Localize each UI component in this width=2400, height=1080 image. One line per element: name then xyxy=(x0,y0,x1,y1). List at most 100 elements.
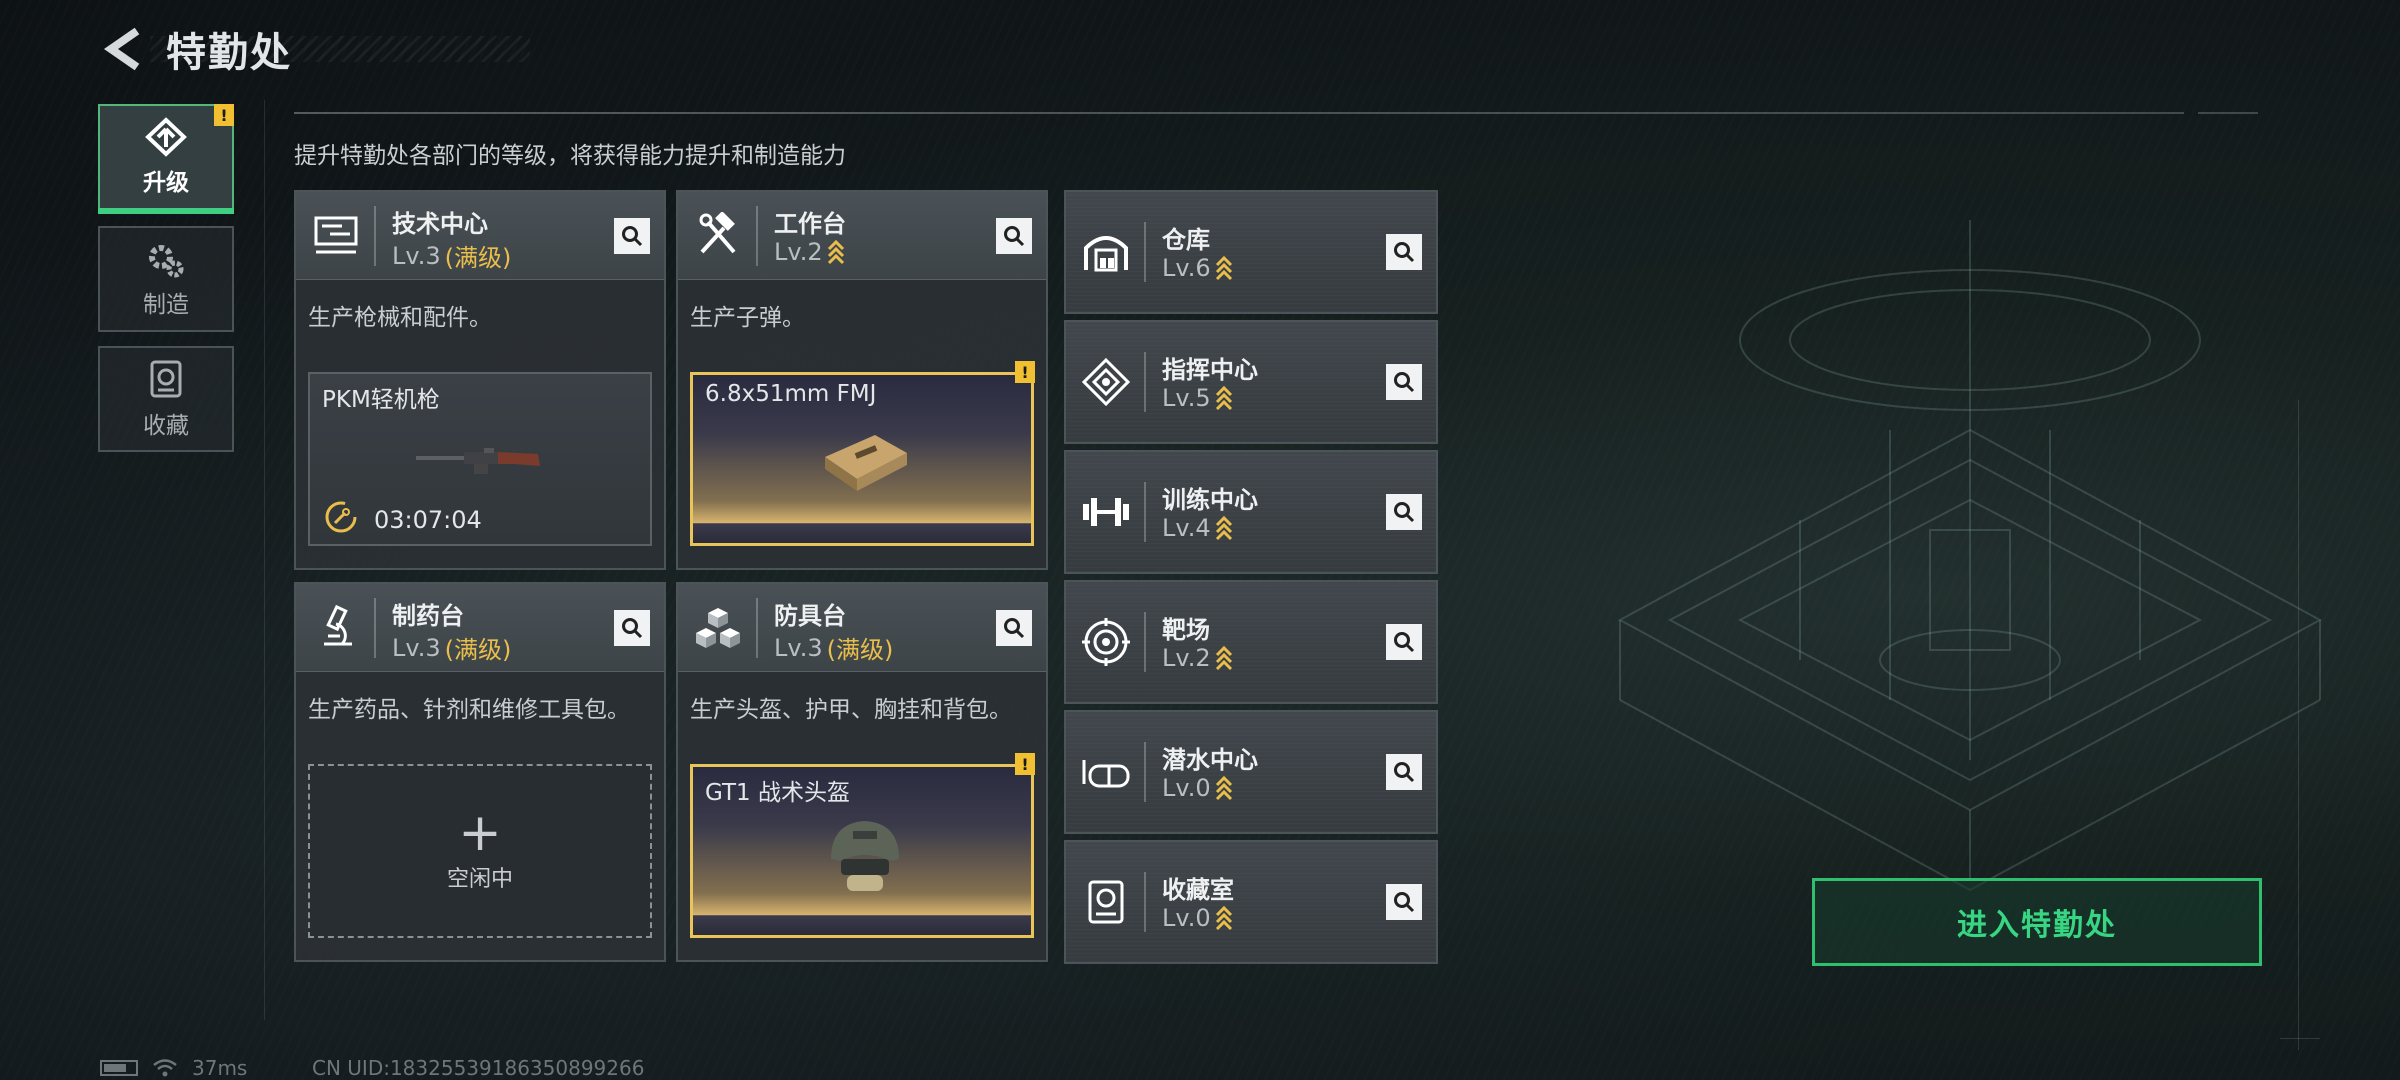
slot-item-name: GT1 战术头盔 xyxy=(705,780,850,806)
card-header: 防具台 Lv.3 (满级) xyxy=(678,584,1046,672)
header-separator xyxy=(1144,222,1146,282)
header-separator xyxy=(1144,742,1146,802)
search-button[interactable] xyxy=(614,610,650,646)
header-separator xyxy=(1144,872,1146,932)
search-button[interactable] xyxy=(1386,884,1422,920)
nav-collection[interactable]: 收藏 xyxy=(98,346,234,452)
empty-production-slot[interactable]: + 空闲中 xyxy=(308,764,652,938)
search-icon xyxy=(1394,892,1415,913)
production-slot-complete[interactable]: 6.8x51mm FMJ ! xyxy=(690,361,1035,546)
battery-icon xyxy=(100,1060,138,1076)
timer-wrench-icon xyxy=(324,500,358,534)
dept-card-diving-center[interactable]: 潜水中心 Lv.0 xyxy=(1064,710,1438,834)
dept-name: 指挥中心 xyxy=(1162,356,1258,384)
dept-name: 工作台 xyxy=(774,210,846,238)
nav-craft[interactable]: 制造 xyxy=(98,226,234,332)
status-bar: 37ms xyxy=(100,1056,247,1080)
max-level-tag: (满级) xyxy=(444,636,512,664)
dept-card-tech-center[interactable]: 技术中心 Lv.3 (满级) 生产枪械和配件。 PKM轻机枪 03:07:04 xyxy=(294,190,666,570)
machine-gun-image xyxy=(416,448,540,474)
dept-description: 生产子弹。 xyxy=(690,305,805,331)
ping-text: 37ms xyxy=(192,1056,248,1080)
dept-name: 仓库 xyxy=(1162,226,1210,254)
nav-divider xyxy=(264,100,265,1020)
search-icon xyxy=(1394,632,1415,653)
max-level-tag: (满级) xyxy=(826,636,894,664)
enter-special-ops-button[interactable]: 进入特勤处 xyxy=(1812,878,2262,966)
search-icon xyxy=(1394,502,1415,523)
max-level-tag: (满级) xyxy=(444,244,512,272)
header-separator xyxy=(1144,612,1146,672)
dept-card-shooting-range[interactable]: 靶场 Lv.2 xyxy=(1064,580,1438,704)
gears-icon xyxy=(149,245,184,278)
upgrade-chevron-icon xyxy=(1215,905,1232,931)
header-separator xyxy=(374,598,376,658)
level-text: Lv.0 xyxy=(1162,774,1211,802)
back-button[interactable] xyxy=(96,22,150,76)
dept-description: 生产药品、针剂和维修工具包。 xyxy=(308,697,630,723)
upgrade-chevron-icon xyxy=(1215,645,1232,671)
dept-name: 靶场 xyxy=(1162,616,1210,644)
nav-collection-label: 收藏 xyxy=(143,413,189,439)
right-frame-line xyxy=(2298,400,2299,1050)
dept-card-workbench[interactable]: 工作台 Lv.2 生产子弹。 6.8x51mm FMJ ! xyxy=(676,190,1048,570)
upgrade-chevron-icon xyxy=(827,239,844,265)
collection-case-icon xyxy=(1078,874,1134,930)
ammo-box-image xyxy=(825,435,907,491)
dept-card-command-center[interactable]: 指挥中心 Lv.5 xyxy=(1064,320,1438,444)
dumbbell-icon xyxy=(1078,484,1134,540)
monitor-icon xyxy=(308,208,364,264)
dept-card-pharmacy[interactable]: 制药台 Lv.3 (满级) 生产药品、针剂和维修工具包。 + 空闲中 xyxy=(294,582,666,962)
slot-timer: 03:07:04 xyxy=(374,506,482,534)
microscope-icon xyxy=(308,600,364,656)
target-icon xyxy=(1078,614,1134,670)
header-separator xyxy=(756,598,758,658)
search-button[interactable] xyxy=(1386,364,1422,400)
dept-card-training-center[interactable]: 训练中心 Lv.4 xyxy=(1064,450,1438,574)
search-button[interactable] xyxy=(996,218,1032,254)
search-button[interactable] xyxy=(996,610,1032,646)
dept-card-collection-room[interactable]: 收藏室 Lv.0 xyxy=(1064,840,1438,964)
card-header: 工作台 Lv.2 xyxy=(678,192,1046,280)
search-button[interactable] xyxy=(614,218,650,254)
nav-upgrade[interactable]: 升级 ! xyxy=(98,104,234,214)
dept-level: Lv.6 xyxy=(1162,254,1233,282)
top-divider xyxy=(294,112,2184,114)
header-separator xyxy=(374,206,376,266)
production-slot-complete[interactable]: GT1 战术头盔 ! xyxy=(690,753,1035,938)
nav-upgrade-label: 升级 xyxy=(143,170,189,196)
production-slot[interactable]: PKM轻机枪 03:07:04 xyxy=(308,372,652,546)
search-icon xyxy=(622,618,643,639)
page-subtitle: 提升特勤处各部门的等级，将获得能力提升和制造能力 xyxy=(294,143,846,169)
search-button[interactable] xyxy=(1386,234,1422,270)
dept-card-armor-bench[interactable]: 防具台 Lv.3 (满级) 生产头盔、护甲、胸挂和背包。 GT1 战术头盔 ! xyxy=(676,582,1048,962)
search-icon xyxy=(1394,762,1415,783)
alert-badge: ! xyxy=(214,104,234,126)
diving-mask-icon xyxy=(1078,744,1134,800)
level-text: Lv.4 xyxy=(1162,514,1211,542)
dept-level: Lv.0 xyxy=(1162,774,1233,802)
dept-level: Lv.3 (满级) xyxy=(392,630,511,665)
hammer-wrench-icon xyxy=(690,208,746,264)
card-header: 技术中心 Lv.3 (满级) xyxy=(296,192,664,280)
search-button[interactable] xyxy=(1386,494,1422,530)
header-separator xyxy=(1144,482,1146,542)
level-text: Lv.3 xyxy=(392,241,441,270)
dept-level: Lv.2 xyxy=(774,238,845,266)
level-text: Lv.3 xyxy=(774,633,823,662)
upgrade-chevron-icon xyxy=(1215,515,1232,541)
upgrade-chevron-icon xyxy=(1215,775,1232,801)
search-button[interactable] xyxy=(1386,624,1422,660)
upgrade-chevron-icon xyxy=(1215,385,1232,411)
level-text: Lv.2 xyxy=(774,238,823,266)
facility-wireframe-illustration xyxy=(1617,220,2323,892)
dept-level: Lv.5 xyxy=(1162,384,1233,412)
search-button[interactable] xyxy=(1386,754,1422,790)
dept-card-warehouse[interactable]: 仓库 Lv.6 xyxy=(1064,190,1438,314)
dept-name: 防具台 xyxy=(774,602,846,630)
complete-badge: ! xyxy=(1015,361,1035,383)
header-separator xyxy=(756,206,758,266)
dept-level: Lv.3 (满级) xyxy=(392,238,511,273)
header-separator xyxy=(1144,352,1146,412)
level-text: Lv.6 xyxy=(1162,254,1211,282)
